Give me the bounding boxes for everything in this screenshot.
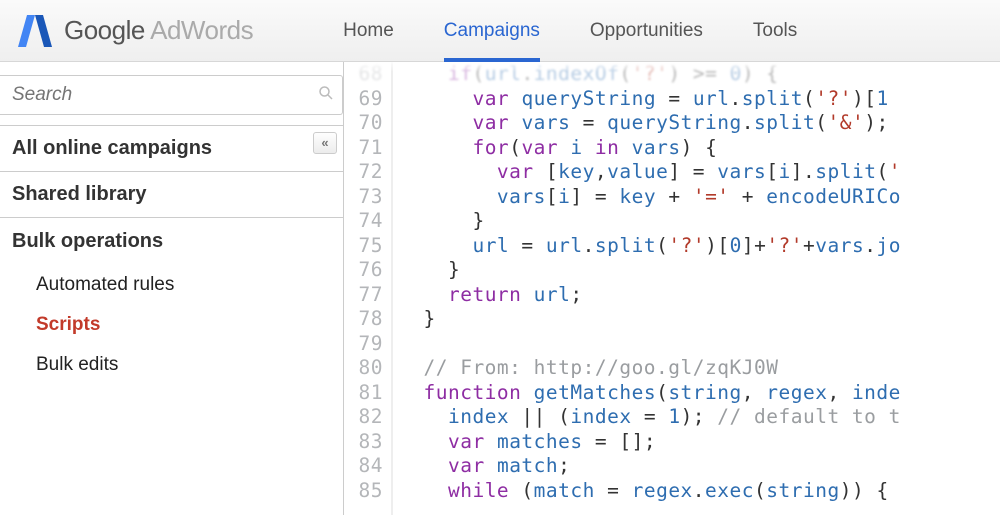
sidebar-all-campaigns[interactable]: All online campaigns « [0,125,343,171]
code-line[interactable]: function getMatches(string, regex, inde [399,381,1000,406]
adwords-logo-icon [18,13,52,49]
line-number: 78 [345,307,383,332]
code-editor[interactable]: 686970717273747576777879808182838485 if(… [344,62,1000,515]
code-line[interactable]: var queryString = url.split('?')[1 [399,87,1000,112]
search-input[interactable] [12,84,318,106]
code-line[interactable]: // From: http://goo.gl/zqKJ0W [399,356,1000,381]
code-line[interactable]: } [399,258,1000,283]
nav-opportunities[interactable]: Opportunities [590,0,703,61]
search-container [0,75,343,115]
code-line[interactable]: while (match = regex.exec(string)) { [399,479,1000,504]
sidebar-shared-library[interactable]: Shared library [0,171,343,217]
code-line[interactable] [399,332,1000,357]
sidebar-shared-library-label: Shared library [12,183,147,205]
line-number: 81 [345,381,383,406]
brand-text: Google AdWords [64,15,253,46]
sidebar-item-scripts[interactable]: Scripts [0,305,343,345]
line-number: 84 [345,454,383,479]
line-number: 71 [345,136,383,161]
code-line[interactable]: return url; [399,283,1000,308]
line-number: 83 [345,430,383,455]
code-line[interactable]: var matches = []; [399,430,1000,455]
sidebar-all-campaigns-label: All online campaigns [12,137,212,159]
sidebar-item-automated-rules[interactable]: Automated rules [0,265,343,305]
code-line[interactable]: vars[i] = key + '=' + encodeURICo [399,185,1000,210]
line-number: 73 [345,185,383,210]
line-number: 85 [345,479,383,504]
line-number: 75 [345,234,383,259]
nav-home[interactable]: Home [343,0,394,61]
sidebar-bulk-operations[interactable]: Bulk operations [0,217,343,259]
search-box[interactable] [0,75,343,115]
line-number: 70 [345,111,383,136]
sidebar: All online campaigns « Shared library Bu… [0,62,344,515]
sidebar-item-bulk-edits[interactable]: Bulk edits [0,345,343,385]
code-content[interactable]: if(url.indexOf('?') >= 0) { var queryStr… [393,62,1000,515]
brand-adwords: AdWords [145,15,253,45]
top-nav: Home Campaigns Opportunities Tools [343,0,797,61]
collapse-sidebar-button[interactable]: « [313,132,337,154]
brand-google: Google [64,15,145,45]
line-number: 80 [345,356,383,381]
line-number: 76 [345,258,383,283]
line-number: 68 [345,62,383,87]
code-line[interactable]: index || (index = 1); // default to t [399,405,1000,430]
search-icon [318,85,334,106]
code-line[interactable]: } [399,307,1000,332]
code-line[interactable]: } [399,209,1000,234]
bulk-operations-items: Automated rules Scripts Bulk edits [0,259,343,397]
line-number: 82 [345,405,383,430]
code-line[interactable]: var vars = queryString.split('&'); [399,111,1000,136]
nav-campaigns[interactable]: Campaigns [444,0,540,61]
code-line[interactable]: if(url.indexOf('?') >= 0) { [399,62,1000,87]
line-number: 69 [345,87,383,112]
app-header: Google AdWords Home Campaigns Opportunit… [0,0,1000,62]
code-line[interactable]: var [key,value] = vars[i].split(' [399,160,1000,185]
nav-tools[interactable]: Tools [753,0,797,61]
line-number: 74 [345,209,383,234]
line-number: 77 [345,283,383,308]
code-line[interactable]: url = url.split('?')[0]+'?'+vars.jo [399,234,1000,259]
line-number: 72 [345,160,383,185]
line-number: 79 [345,332,383,357]
main-area: All online campaigns « Shared library Bu… [0,62,1000,515]
sidebar-bulk-operations-label: Bulk operations [12,230,163,252]
code-line[interactable]: var match; [399,454,1000,479]
line-number-gutter: 686970717273747576777879808182838485 [345,62,393,515]
code-line[interactable]: for(var i in vars) { [399,136,1000,161]
